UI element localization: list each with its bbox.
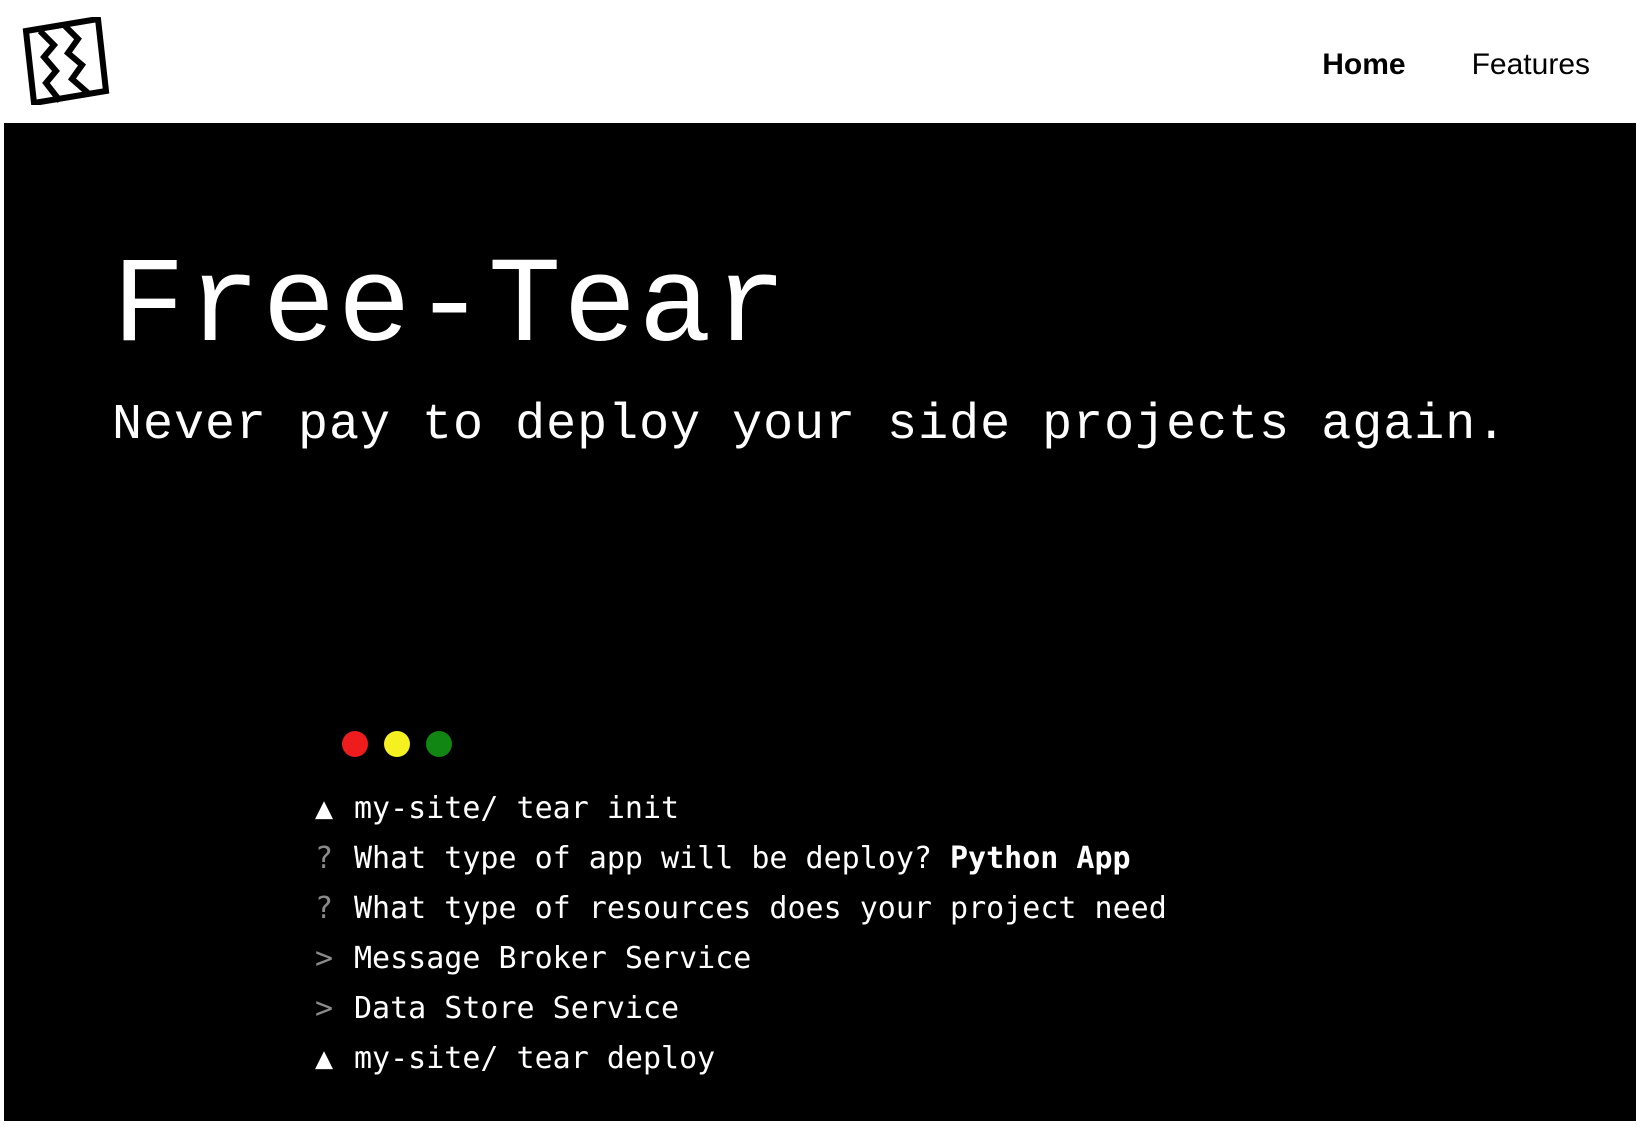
- close-dot-icon[interactable]: [342, 731, 368, 757]
- hero-title: Free-Tear: [112, 238, 789, 377]
- terminal-output: ▲ my-site/ tear init ? What type of app …: [315, 789, 1215, 1089]
- terminal-line: > Message Broker Service: [315, 939, 1215, 989]
- chevron-prompt-icon: >: [315, 991, 334, 1026]
- terminal-line-text: my-site/ tear deploy: [354, 1041, 716, 1076]
- chevron-prompt-icon: >: [315, 941, 334, 976]
- terminal-line-text: What type of resources does your project…: [354, 891, 1167, 926]
- terminal-line-text: Message Broker Service: [354, 941, 752, 976]
- terminal-line: ? What type of app will be deploy? Pytho…: [315, 839, 1215, 889]
- nav-link-home[interactable]: Home: [1322, 48, 1405, 82]
- window-controls: [315, 731, 1215, 759]
- question-prompt-icon: ?: [315, 841, 334, 876]
- page: Home Features Free-Tear Never pay to dep…: [4, 3, 1636, 1121]
- nav-link-features[interactable]: Features: [1472, 48, 1590, 82]
- terminal-line-text: my-site/ tear init: [354, 791, 680, 826]
- terminal-line: > Data Store Service: [315, 989, 1215, 1039]
- terminal-line-text: What type of app will be deploy?: [354, 841, 932, 876]
- terminal-line: ▲ my-site/ tear init: [315, 789, 1215, 839]
- terminal-window: ▲ my-site/ tear init ? What type of app …: [315, 731, 1215, 1089]
- maximize-dot-icon[interactable]: [426, 731, 452, 757]
- site-header: Home Features: [4, 3, 1636, 123]
- terminal-line: ▲ my-site/ tear deploy: [315, 1039, 1215, 1089]
- torn-paper-logo-icon[interactable]: [20, 17, 112, 105]
- minimize-dot-icon[interactable]: [384, 731, 410, 757]
- terminal-line: ? What type of resources does your proje…: [315, 889, 1215, 939]
- triangle-prompt-icon: ▲: [315, 1041, 334, 1076]
- question-prompt-icon: ?: [315, 891, 334, 926]
- terminal-answer: Python App: [949, 841, 1131, 876]
- hero-subtitle: Never pay to deploy your side projects a…: [112, 397, 1508, 454]
- hero-section: Free-Tear Never pay to deploy your side …: [4, 123, 1636, 1121]
- main-nav: Home Features: [1322, 48, 1590, 82]
- terminal-line-text: Data Store Service: [354, 991, 680, 1026]
- triangle-prompt-icon: ▲: [315, 791, 334, 826]
